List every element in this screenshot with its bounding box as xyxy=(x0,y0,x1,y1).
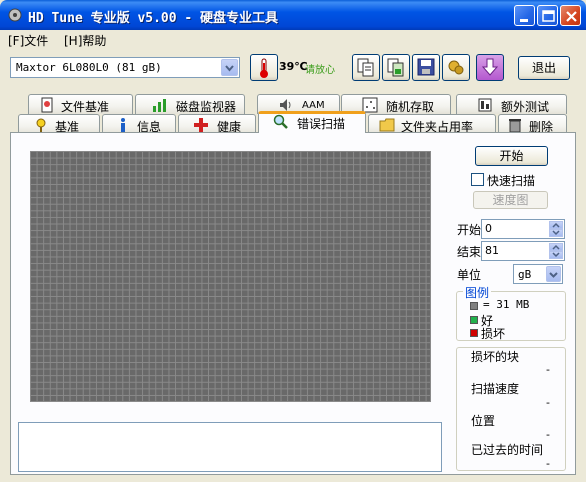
end-position-label: 结束 xyxy=(457,245,482,259)
folder-icon xyxy=(379,118,395,132)
legend-bad-swatch xyxy=(470,329,478,337)
menu-file[interactable]: [F]文件 xyxy=(8,32,48,49)
drive-select-value: Maxtor 6L080L0 (81 gB) xyxy=(16,61,162,74)
position-value: - xyxy=(546,428,550,441)
end-position-value: 81 xyxy=(485,244,499,257)
copy-image-button[interactable] xyxy=(382,54,410,81)
scan-speed-label: 扫描速度 xyxy=(471,382,520,396)
start-position-label: 开始 xyxy=(457,223,482,237)
magnifier-icon xyxy=(273,114,288,129)
app-icon xyxy=(8,8,22,22)
scan-block-map xyxy=(30,151,431,402)
temperature-display: 39℃ 请放心 xyxy=(277,57,345,78)
save-button[interactable] xyxy=(412,54,440,81)
legend-bad-label: 损坏 xyxy=(481,327,506,341)
drive-select[interactable]: Maxtor 6L080L0 (81 gB) xyxy=(10,57,240,78)
tab-disk-monitor[interactable]: 磁盘监视器 xyxy=(135,94,245,114)
maximize-button[interactable] xyxy=(537,5,558,26)
unit-label: 单位 xyxy=(457,268,482,282)
legend-good-swatch xyxy=(470,316,478,324)
legend-block-swatch xyxy=(470,302,478,310)
end-spinner[interactable] xyxy=(549,243,563,259)
tab-aam-label: AAM xyxy=(302,100,325,111)
benchmark-icon xyxy=(36,118,46,132)
spin-down-icon[interactable] xyxy=(549,251,563,259)
elapsed-time-value: - xyxy=(546,457,550,470)
extra-tests-icon xyxy=(478,98,492,112)
tab-disk-monitor-label: 磁盘监视器 xyxy=(176,100,237,114)
scan-log[interactable] xyxy=(18,422,442,472)
chevron-down-icon[interactable] xyxy=(546,266,561,282)
temperature-button[interactable] xyxy=(250,54,278,81)
tab-file-benchmark-label: 文件基准 xyxy=(61,100,110,114)
spin-up-icon[interactable] xyxy=(549,221,563,229)
window-title: HD Tune 专业版 v5.00 - 硬盘专业工具 xyxy=(28,11,279,26)
scan-speed-value: - xyxy=(546,396,550,409)
health-icon xyxy=(194,118,208,132)
tab-error-scan[interactable]: 错误扫描 xyxy=(258,111,366,133)
tab-info[interactable]: 信息 xyxy=(102,114,176,134)
tab-delete[interactable]: 删除 xyxy=(498,114,567,134)
tab-health[interactable]: 健康 xyxy=(178,114,256,134)
position-label: 位置 xyxy=(471,414,496,428)
damaged-blocks-label: 损坏的块 xyxy=(471,350,520,364)
tab-extra-tests-label: 额外测试 xyxy=(501,100,550,114)
options-icon xyxy=(448,60,464,75)
tab-file-benchmark[interactable]: 文件基准 xyxy=(28,94,133,114)
spin-down-icon[interactable] xyxy=(549,229,563,237)
exit-button[interactable]: 退出 xyxy=(518,56,570,80)
file-benchmark-icon xyxy=(41,97,53,113)
tab-benchmark[interactable]: 基准 xyxy=(18,114,100,134)
minimize-button[interactable] xyxy=(514,5,535,26)
copy-image-icon xyxy=(387,58,404,77)
temperature-status: 请放心 xyxy=(305,65,335,76)
options-button[interactable] xyxy=(442,54,470,81)
disk-monitor-icon xyxy=(153,99,166,112)
close-icon xyxy=(566,11,577,22)
tab-folder-usage[interactable]: 文件夹占用率 xyxy=(368,114,496,134)
menu-bar: [F]文件 [H]帮助 xyxy=(0,30,586,48)
tab-extra-tests[interactable]: 额外测试 xyxy=(456,94,567,114)
title-bar[interactable]: HD Tune 专业版 v5.00 - 硬盘专业工具 xyxy=(0,0,586,30)
quick-scan-checkbox[interactable] xyxy=(471,173,484,186)
info-icon xyxy=(121,118,125,132)
copy-text-button[interactable] xyxy=(352,54,380,81)
unit-select[interactable]: gB xyxy=(513,264,563,284)
tab-error-scan-label: 错误扫描 xyxy=(297,117,346,131)
floppy-disk-icon xyxy=(417,58,435,76)
menu-help[interactable]: [H]帮助 xyxy=(64,32,106,49)
start-position-value: 0 xyxy=(485,222,492,235)
tab-random-access-label: 随机存取 xyxy=(386,100,435,114)
elapsed-time-label: 已过去的时间 xyxy=(471,443,544,457)
close-button[interactable] xyxy=(560,5,581,26)
damaged-blocks-value: - xyxy=(546,363,550,376)
spin-up-icon[interactable] xyxy=(549,243,563,251)
download-button[interactable] xyxy=(476,54,504,81)
start-spinner[interactable] xyxy=(549,221,563,237)
temperature-value: 39℃ xyxy=(279,60,308,73)
speed-map-button[interactable]: 速度图 xyxy=(473,191,548,209)
copy-icon xyxy=(357,58,374,77)
start-position-input[interactable]: 0 xyxy=(481,219,565,239)
thermometer-icon xyxy=(260,58,268,78)
end-position-input[interactable]: 81 xyxy=(481,241,565,261)
minimize-icon xyxy=(520,19,528,22)
quick-scan-label: 快速扫描 xyxy=(487,174,536,188)
chevron-down-icon[interactable] xyxy=(221,59,238,76)
unit-value: gB xyxy=(518,268,532,281)
download-arrow-icon xyxy=(481,58,499,76)
legend-block-size: = 31 MB xyxy=(483,298,530,311)
maximize-icon xyxy=(542,10,555,22)
start-scan-button[interactable]: 开始 xyxy=(475,146,548,166)
trash-icon xyxy=(509,119,521,133)
